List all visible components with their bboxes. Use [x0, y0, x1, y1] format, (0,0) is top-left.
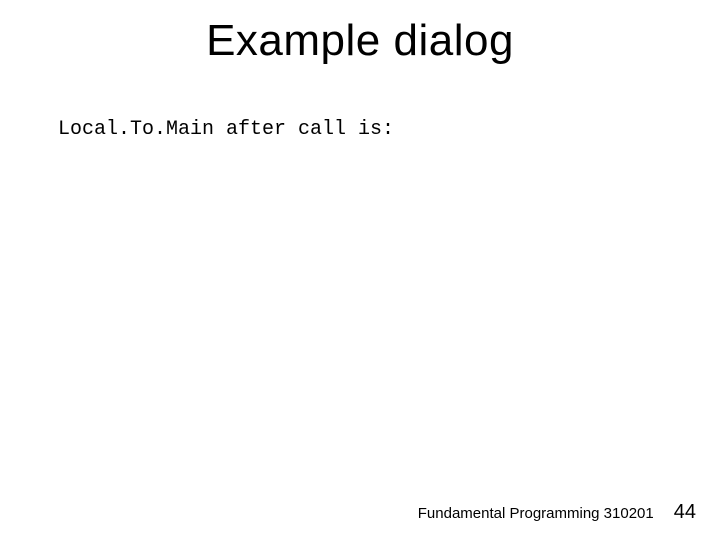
slide: Example dialog Local.To.Main after call … [0, 0, 720, 540]
footer-page-number: 44 [674, 501, 696, 524]
slide-title: Example dialog [0, 16, 720, 66]
slide-footer: Fundamental Programming 310201 44 [418, 501, 696, 524]
slide-body-text: Local.To.Main after call is: [58, 118, 394, 141]
footer-course-label: Fundamental Programming 310201 [418, 505, 654, 522]
